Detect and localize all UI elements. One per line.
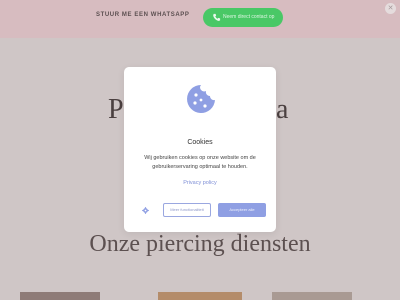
more-functionality-button[interactable]: Meer functionaliteit bbox=[163, 203, 211, 217]
service-image bbox=[20, 292, 100, 300]
hero-title-right: a bbox=[276, 94, 289, 125]
cookie-icon bbox=[187, 85, 215, 113]
modal-title: Cookies bbox=[187, 139, 213, 146]
whatsapp-button[interactable]: Neem direct contact op bbox=[203, 8, 283, 27]
modal-body-text: Wij gebruiken cookies op onze website om… bbox=[144, 155, 256, 170]
top-bar: STUUR ME EEN WHATSAPP Neem direct contac… bbox=[0, 0, 400, 38]
section-title: Onze piercing diensten bbox=[89, 231, 311, 257]
hero-title-left: P bbox=[108, 94, 124, 125]
service-image bbox=[158, 292, 242, 300]
phone-icon bbox=[213, 13, 221, 21]
gear-icon[interactable] bbox=[142, 207, 149, 214]
close-icon[interactable]: ✕ bbox=[385, 3, 396, 14]
whatsapp-button-label: Neem direct contact op bbox=[223, 14, 275, 20]
accept-all-button[interactable]: Accepteer alle bbox=[218, 203, 266, 217]
privacy-policy-link[interactable]: Privacy policy bbox=[124, 180, 276, 186]
cookie-modal: Cookies Wij gebruiken cookies op onze we… bbox=[124, 67, 276, 232]
whatsapp-prompt: STUUR ME EEN WHATSAPP bbox=[96, 12, 190, 18]
service-image bbox=[272, 292, 352, 300]
